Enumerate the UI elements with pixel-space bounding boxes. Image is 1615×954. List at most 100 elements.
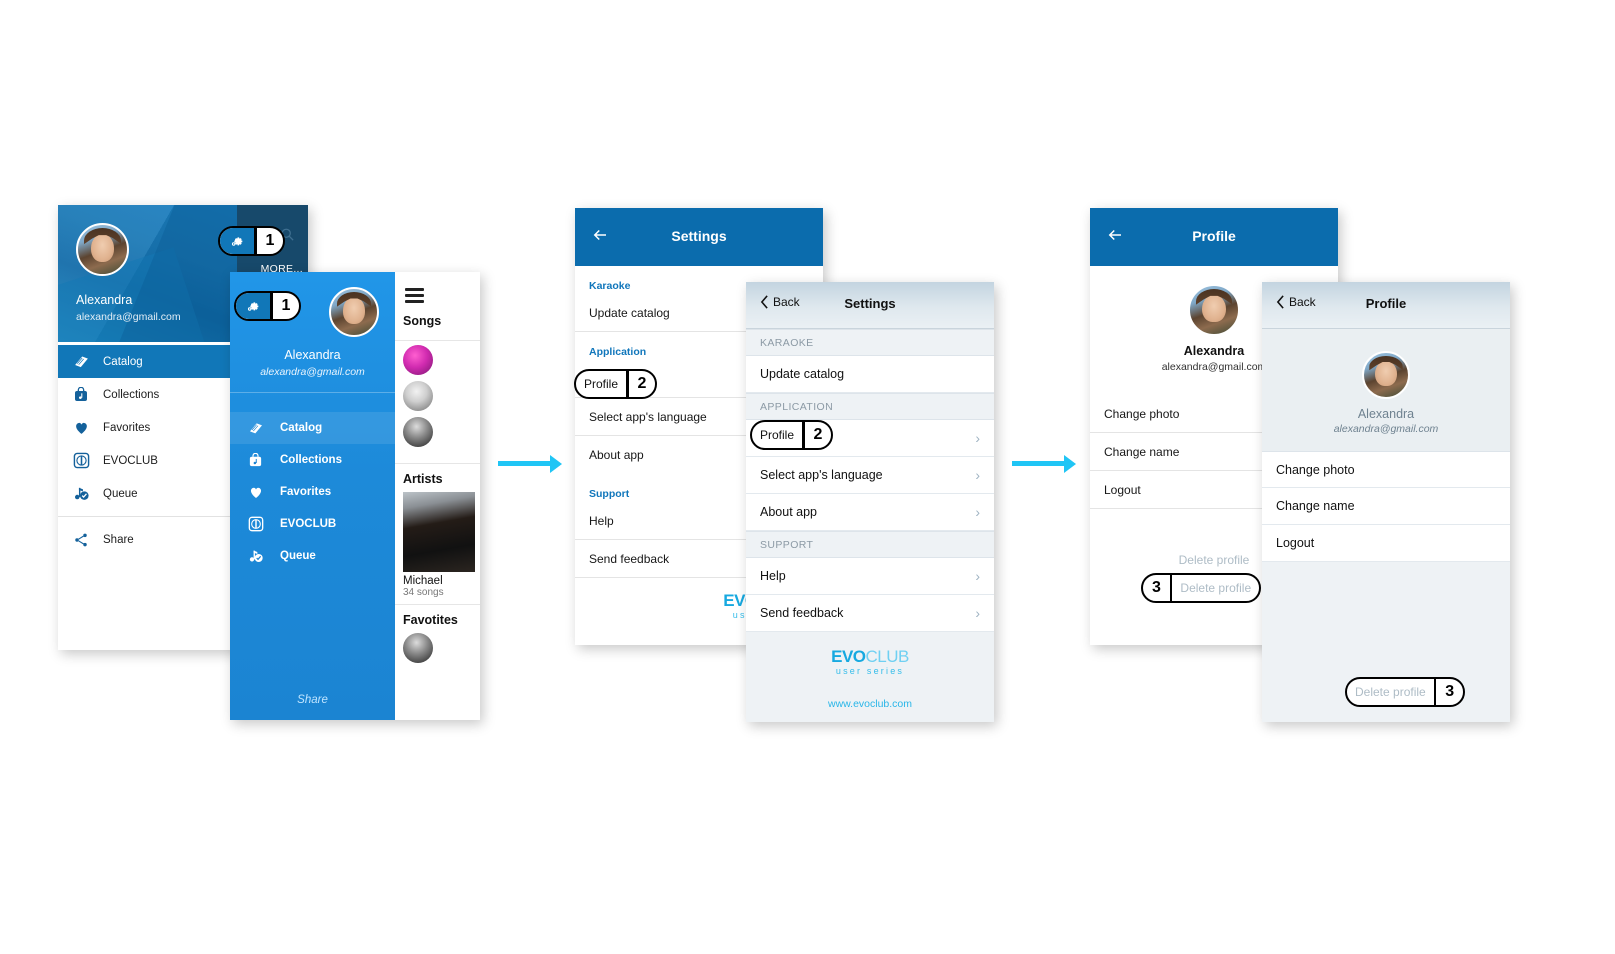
sidebar-label: Collections bbox=[103, 388, 160, 401]
footer: EVOCLUB user series www.evoclub.com bbox=[746, 632, 994, 722]
chevron-right-icon: › bbox=[975, 504, 980, 520]
avatar[interactable] bbox=[329, 287, 379, 337]
sidebar-item-share[interactable]: Share bbox=[58, 523, 237, 556]
ios-profile-screen: Back Profile Alexandra alexandra@gmail.c… bbox=[1262, 282, 1510, 722]
callout-number: 1 bbox=[281, 297, 291, 314]
logo-tagline: user series bbox=[835, 666, 905, 676]
callout-badge-3-ios: Delete profile 3 bbox=[1345, 677, 1466, 707]
callout-number: 3 bbox=[1152, 579, 1161, 596]
row-label: Update catalog bbox=[760, 367, 845, 381]
divider bbox=[230, 392, 395, 393]
song-thumbnail[interactable] bbox=[403, 345, 433, 375]
heart-icon bbox=[248, 484, 280, 500]
row-change-photo[interactable]: Change photo bbox=[1262, 451, 1510, 488]
sidebar-item-queue[interactable]: Queue bbox=[58, 477, 237, 510]
row-change-name[interactable]: Change name bbox=[1262, 488, 1510, 525]
chevron-right-icon: › bbox=[975, 467, 980, 483]
chevron-right-icon: › bbox=[975, 605, 980, 621]
songs-header: Songs bbox=[403, 314, 442, 328]
ios-settings-screen: Back Settings KARAOKE Update catalog APP… bbox=[746, 282, 994, 722]
chevron-right-icon: › bbox=[975, 430, 980, 446]
row-about-app[interactable]: About app › bbox=[746, 494, 994, 531]
sidebar-item-catalog[interactable]: Catalog bbox=[230, 412, 395, 444]
hamburger-menu-icon[interactable] bbox=[405, 288, 424, 306]
queue-icon bbox=[73, 485, 103, 502]
sidebar-item-catalog[interactable]: Catalog bbox=[58, 345, 237, 378]
row-label: Send feedback bbox=[760, 606, 844, 620]
gear-icon bbox=[220, 228, 254, 254]
drawer-menu: Catalog Collections Favorites EVOCLUB Qu… bbox=[58, 342, 237, 556]
callout-number: 3 bbox=[1445, 683, 1455, 700]
avatar[interactable] bbox=[1362, 351, 1410, 399]
group-header-support: SUPPORT bbox=[746, 531, 994, 558]
delete-profile-button[interactable]: Delete profile bbox=[1179, 553, 1250, 567]
app-bar: Profile bbox=[1090, 208, 1338, 266]
song-thumbnail[interactable] bbox=[403, 417, 433, 447]
sidebar-item-favorites[interactable]: Favorites bbox=[230, 476, 395, 508]
row-update-catalog[interactable]: Update catalog bbox=[746, 356, 994, 393]
sidebar-label: Catalog bbox=[103, 355, 143, 368]
nav-bar: Back Profile bbox=[1262, 282, 1510, 329]
flow-arrow-1 bbox=[498, 454, 562, 473]
callout-number: 1 bbox=[265, 232, 275, 249]
divider bbox=[58, 516, 237, 517]
sidebar-item-queue[interactable]: Queue bbox=[230, 540, 395, 572]
group-header-karaoke: KARAOKE bbox=[746, 329, 994, 356]
sidebar-label: Queue bbox=[280, 550, 316, 562]
mockup-canvas: MORE... Alexandra alexandra@gmail.com Ca… bbox=[0, 0, 1615, 954]
song-thumbnail[interactable] bbox=[403, 381, 433, 411]
app-bar: Settings bbox=[575, 208, 823, 266]
sidebar-label: Catalog bbox=[280, 422, 323, 434]
sidebar-item-evoclub[interactable]: EVOCLUB bbox=[58, 444, 237, 477]
callout-badge-1-ios: 1 bbox=[234, 291, 302, 321]
sidebar-label: EVOCLUB bbox=[280, 518, 337, 530]
user-name: Alexandra bbox=[76, 293, 133, 307]
row-help[interactable]: Help › bbox=[746, 558, 994, 595]
share-icon bbox=[73, 532, 103, 548]
callout-label: Delete profile bbox=[1355, 685, 1426, 699]
row-label: Select app's language bbox=[760, 468, 883, 482]
sidebar-label: Share bbox=[103, 533, 134, 546]
website-link[interactable]: www.evoclub.com bbox=[746, 698, 994, 710]
heart-icon bbox=[73, 419, 103, 436]
sidebar-item-collections[interactable]: Collections bbox=[230, 444, 395, 476]
callout-badge-3-android: 3 Delete profile bbox=[1141, 573, 1262, 603]
page-title: Profile bbox=[1192, 228, 1236, 244]
row-label: Change name bbox=[1276, 499, 1355, 513]
collections-icon bbox=[248, 452, 280, 468]
logo-club: CLUB bbox=[865, 647, 910, 666]
callout-badge-1-android: 1 bbox=[218, 226, 286, 256]
nav-bar: Back Settings bbox=[746, 282, 994, 329]
queue-icon bbox=[248, 548, 280, 564]
avatar[interactable] bbox=[76, 223, 129, 276]
profile-header: Alexandra alexandra@gmail.com bbox=[1262, 329, 1510, 451]
favorite-thumbnail[interactable] bbox=[403, 633, 433, 663]
ios-drawer-menu: Catalog Collections Favorites EVOCLUB Qu… bbox=[230, 412, 395, 572]
callout-label: Profile bbox=[584, 377, 619, 391]
artist-photo[interactable] bbox=[403, 492, 475, 572]
evoclub-icon bbox=[73, 452, 103, 469]
user-name: Alexandra bbox=[1357, 407, 1415, 421]
row-label: About app bbox=[760, 505, 817, 519]
row-send-feedback[interactable]: Send feedback › bbox=[746, 595, 994, 632]
callout-label: Profile bbox=[760, 428, 795, 442]
sidebar-item-favorites[interactable]: Favorites bbox=[58, 411, 237, 444]
row-label: Help bbox=[760, 569, 786, 583]
favorites-header: Favotites bbox=[403, 613, 458, 627]
artist-name: Michael bbox=[403, 575, 443, 587]
sidebar-item-collections[interactable]: Collections bbox=[58, 378, 237, 411]
sidebar-label: EVOCLUB bbox=[103, 454, 158, 467]
row-select-language[interactable]: Select app's language › bbox=[746, 457, 994, 494]
sidebar-item-evoclub[interactable]: EVOCLUB bbox=[230, 508, 395, 540]
ios-content-peek: Songs Artists Michael 34 songs Favotites bbox=[395, 272, 480, 720]
gear-icon bbox=[236, 293, 270, 319]
drawer-header: Alexandra alexandra@gmail.com bbox=[58, 205, 237, 342]
share-link[interactable]: Share bbox=[230, 694, 395, 706]
avatar[interactable] bbox=[1188, 284, 1240, 336]
catalog-icon bbox=[248, 420, 280, 436]
callout-badge-2-ios: Profile 2 bbox=[750, 420, 834, 450]
flow-arrow-2 bbox=[1012, 454, 1076, 473]
row-logout[interactable]: Logout bbox=[1262, 525, 1510, 562]
ios-drawer-screen: Alexandra alexandra@gmail.com Catalog Co… bbox=[230, 272, 480, 720]
sidebar-label: Collections bbox=[280, 454, 342, 466]
